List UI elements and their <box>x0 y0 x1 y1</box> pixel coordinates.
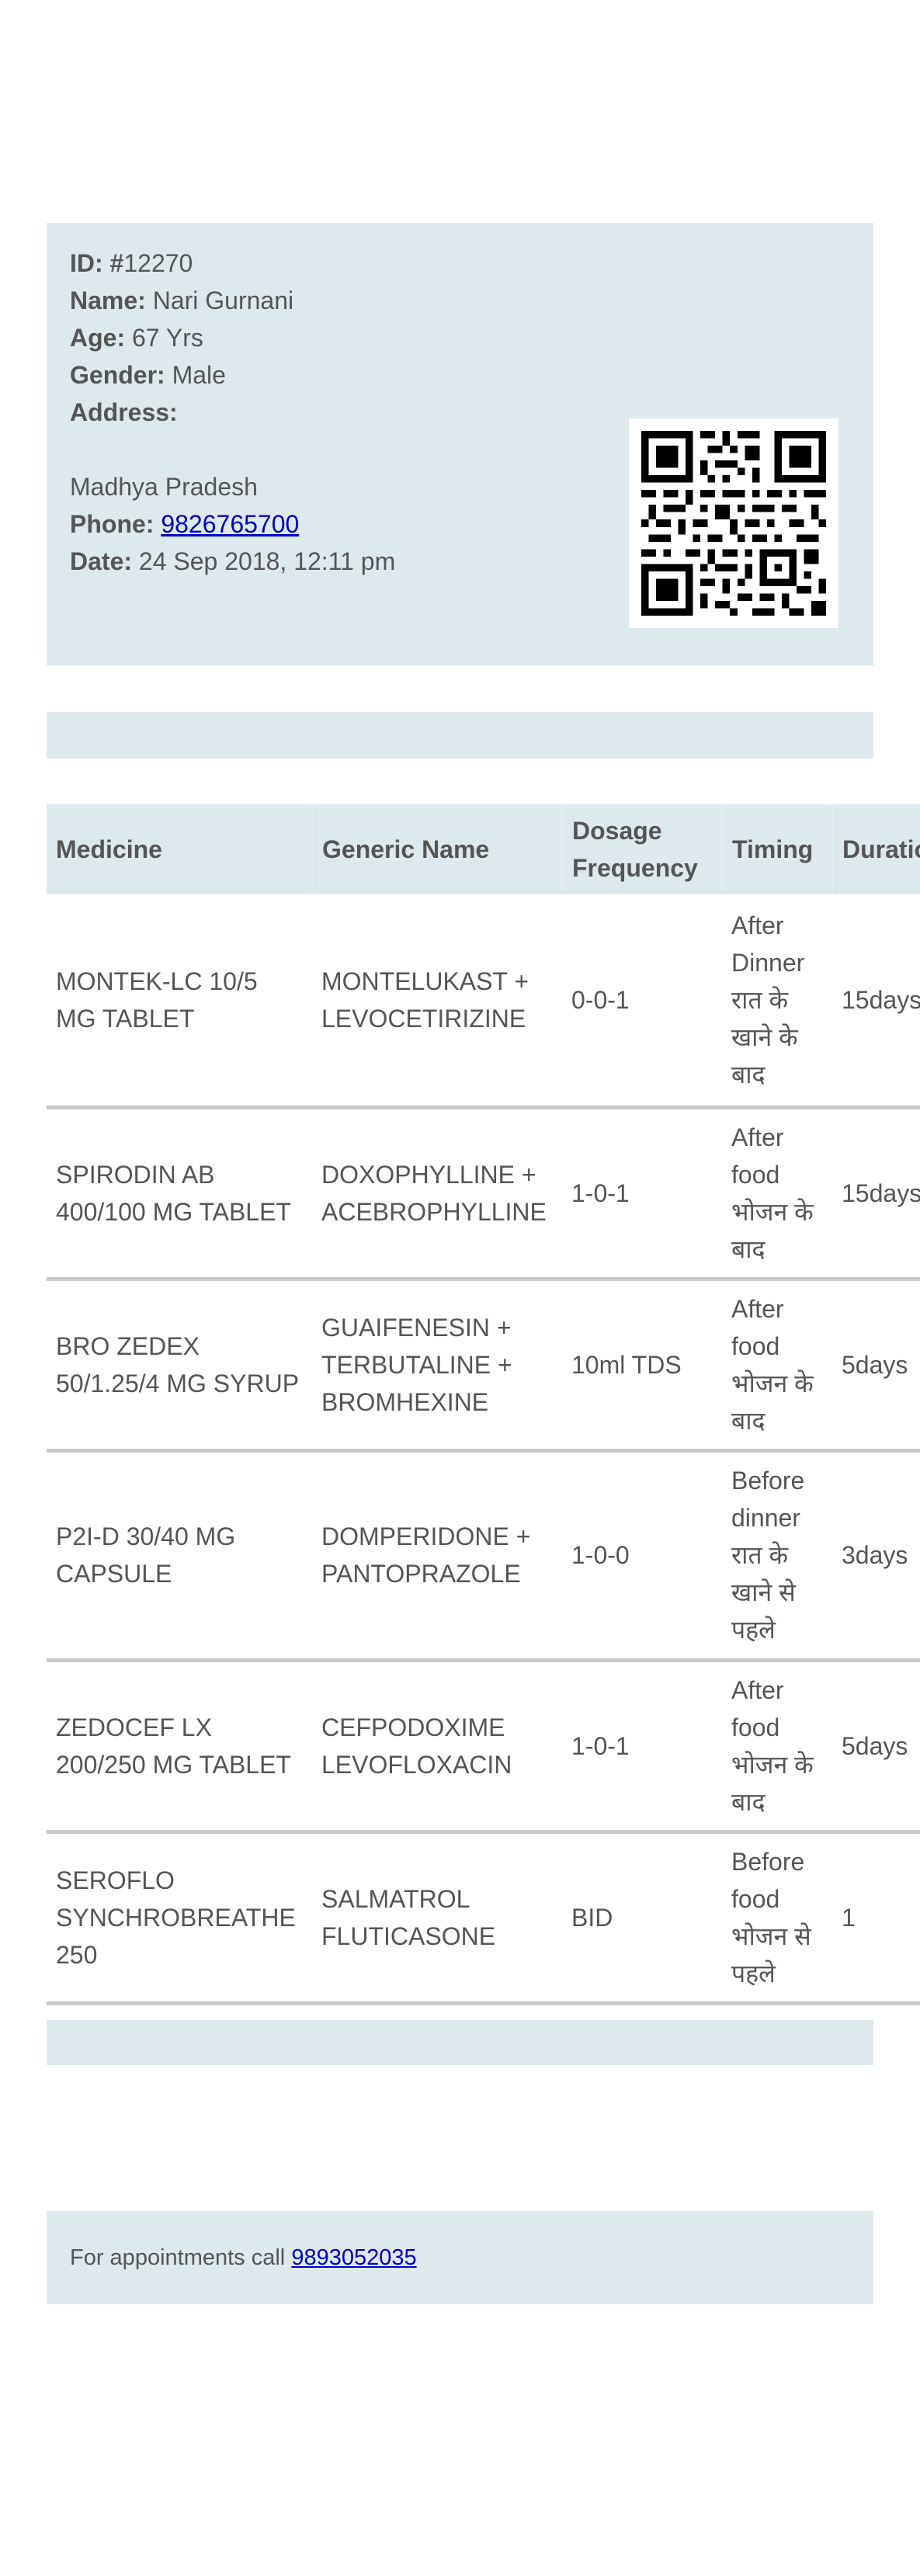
patient-address-label: Address: <box>70 398 178 426</box>
cell-duration: 3days <box>832 1450 920 1662</box>
footer-text: For appointments call <box>70 2245 286 2270</box>
cell-timing: After food भोजन के बाद <box>722 1107 832 1281</box>
patient-phone-row: Phone: 9826765700 <box>70 505 395 543</box>
cell-duration: 5days <box>832 1279 920 1453</box>
cell-duration: 15days <box>832 894 920 1109</box>
cell-duration: 15days <box>832 1107 920 1281</box>
qr-code <box>629 418 838 628</box>
qr-code-icon <box>641 431 826 616</box>
section-divider-band <box>47 712 873 759</box>
cell-dosage: BID <box>562 1831 722 2005</box>
patient-phone-label: Phone: <box>70 510 154 538</box>
patient-gender-row: Gender: Male <box>70 356 395 394</box>
cell-generic-name: SALMATROL FLUTICASONE <box>312 1831 562 2005</box>
cell-duration: 1 <box>832 1831 920 2005</box>
cell-timing: After food भोजन के बाद <box>722 1279 832 1453</box>
timing-english-1: Before <box>731 1467 805 1495</box>
cell-medicine: SPIRODIN AB 400/100 MG TABLET <box>47 1107 312 1281</box>
cell-timing: After food भोजन के बाद <box>722 1660 832 1834</box>
timing-hindi: भोजन से पहले <box>731 1922 811 1988</box>
timing-english-2: Dinner <box>731 948 805 977</box>
header-medicine: Medicine <box>47 804 313 894</box>
footer-phone-link[interactable]: 9893052035 <box>291 2245 416 2270</box>
cell-medicine: BRO ZEDEX 50/1.25/4 MG SYRUP <box>47 1279 312 1453</box>
timing-hindi: भोजन के बाद <box>731 1750 814 1816</box>
patient-name-row: Name: Nari Gurnani <box>70 282 395 319</box>
cell-timing: After Dinner रात के खाने के बाद <box>722 894 832 1109</box>
address-blank-line <box>70 431 395 468</box>
header-dosage-line2: Frequency <box>572 854 698 882</box>
patient-date-value: 24 Sep 2018, 12:11 pm <box>138 547 396 575</box>
timing-english-2: food <box>731 1160 780 1189</box>
cell-timing: Before dinner रात के खाने से पहले <box>722 1450 832 1662</box>
patient-details: ID: #12270 Name: Nari Gurnani Age: 67 Yr… <box>70 245 395 580</box>
footer-panel: For appointments call 9893052035 <box>47 2211 873 2304</box>
cell-dosage: 1-0-0 <box>562 1450 722 1662</box>
prescription-table-container: Medicine Generic Name Dosage Frequency T… <box>47 804 920 2005</box>
timing-hindi: भोजन के बाद <box>731 1197 814 1263</box>
cell-dosage: 10ml TDS <box>562 1279 722 1453</box>
table-row: SPIRODIN AB 400/100 MG TABLET DOXOPHYLLI… <box>47 1107 920 1281</box>
cell-timing: Before food भोजन से पहले <box>722 1831 832 2005</box>
cell-dosage: 1-0-1 <box>562 1660 722 1834</box>
patient-date-label: Date: <box>70 547 133 575</box>
cell-medicine: ZEDOCEF LX 200/250 MG TABLET <box>47 1660 312 1834</box>
patient-info-panel: ID: #12270 Name: Nari Gurnani Age: 67 Yr… <box>47 223 873 665</box>
cell-dosage: 1-0-1 <box>562 1107 722 1281</box>
timing-english-2: food <box>731 1713 780 1741</box>
patient-address-value: Madhya Pradesh <box>70 473 258 501</box>
timing-english-1: After <box>731 1123 784 1151</box>
cell-generic-name: DOXOPHYLLINE + ACEBROPHYLLINE <box>312 1107 562 1281</box>
timing-hindi: रात के खाने के बाद <box>731 985 798 1088</box>
cell-medicine: MONTEK-LC 10/5 MG TABLET <box>47 894 312 1109</box>
section-divider-band <box>47 2020 873 2065</box>
header-dosage-line1: Dosage <box>572 817 662 845</box>
header-generic-name: Generic Name <box>312 804 563 894</box>
timing-english-2: food <box>731 1884 780 1913</box>
header-duration: Duration <box>832 804 920 894</box>
cell-generic-name: MONTELUKAST + LEVOCETIRIZINE <box>312 894 562 1109</box>
table-row: BRO ZEDEX 50/1.25/4 MG SYRUP GUAIFENESIN… <box>47 1279 920 1453</box>
cell-duration: 5days <box>832 1660 920 1834</box>
table-row: ZEDOCEF LX 200/250 MG TABLET CEFPODOXIME… <box>47 1660 920 1834</box>
timing-english-1: After <box>731 1294 784 1323</box>
patient-address-row: Address: <box>70 394 395 431</box>
patient-id-label: ID: # <box>70 249 124 277</box>
patient-gender-label: Gender: <box>70 361 165 389</box>
cell-generic-name: DOMPERIDONE + PANTOPRAZOLE <box>312 1450 562 1662</box>
patient-age-row: Age: 67 Yrs <box>70 319 395 356</box>
table-row: MONTEK-LC 10/5 MG TABLET MONTELUKAST + L… <box>47 894 920 1109</box>
cell-generic-name: CEFPODOXIME LEVOFLOXACIN <box>312 1660 562 1834</box>
patient-id-row: ID: #12270 <box>70 245 395 282</box>
cell-medicine: P2I-D 30/40 MG CAPSULE <box>47 1450 312 1662</box>
patient-name-label: Name: <box>70 286 146 314</box>
patient-age-label: Age: <box>70 324 126 352</box>
table-row: P2I-D 30/40 MG CAPSULE DOMPERIDONE + PAN… <box>47 1450 920 1662</box>
timing-english-1: After <box>731 1675 784 1704</box>
patient-phone-link[interactable]: 9826765700 <box>161 510 299 538</box>
cell-dosage: 0-0-1 <box>562 894 722 1109</box>
header-dosage-frequency: Dosage Frequency <box>562 804 723 894</box>
timing-english-1: Before <box>731 1847 805 1876</box>
timing-english-1: After <box>731 911 784 939</box>
patient-id-value: 12270 <box>123 249 193 277</box>
patient-name-value: Nari Gurnani <box>152 286 294 314</box>
prescription-table: Medicine Generic Name Dosage Frequency T… <box>47 804 920 2005</box>
timing-hindi: रात के खाने से पहले <box>731 1541 796 1644</box>
timing-english-2: food <box>731 1331 780 1360</box>
table-header-row: Medicine Generic Name Dosage Frequency T… <box>47 804 920 894</box>
patient-date-row: Date: 24 Sep 2018, 12:11 pm <box>70 543 395 580</box>
cell-medicine: SEROFLO SYNCHROBREATHE 250 <box>47 1831 312 2005</box>
footer-appointment-line: For appointments call 9893052035 <box>70 2239 417 2276</box>
timing-hindi: भोजन के बाद <box>731 1369 814 1435</box>
table-row: SEROFLO SYNCHROBREATHE 250 SALMATROL FLU… <box>47 1831 920 2005</box>
patient-age-value: 67 Yrs <box>132 324 203 352</box>
patient-gender-value: Male <box>172 361 226 389</box>
timing-english-2: dinner <box>731 1504 800 1532</box>
cell-generic-name: GUAIFENESIN + TERBUTALINE + BROMHEXINE <box>312 1279 562 1453</box>
header-timing: Timing <box>722 804 833 894</box>
